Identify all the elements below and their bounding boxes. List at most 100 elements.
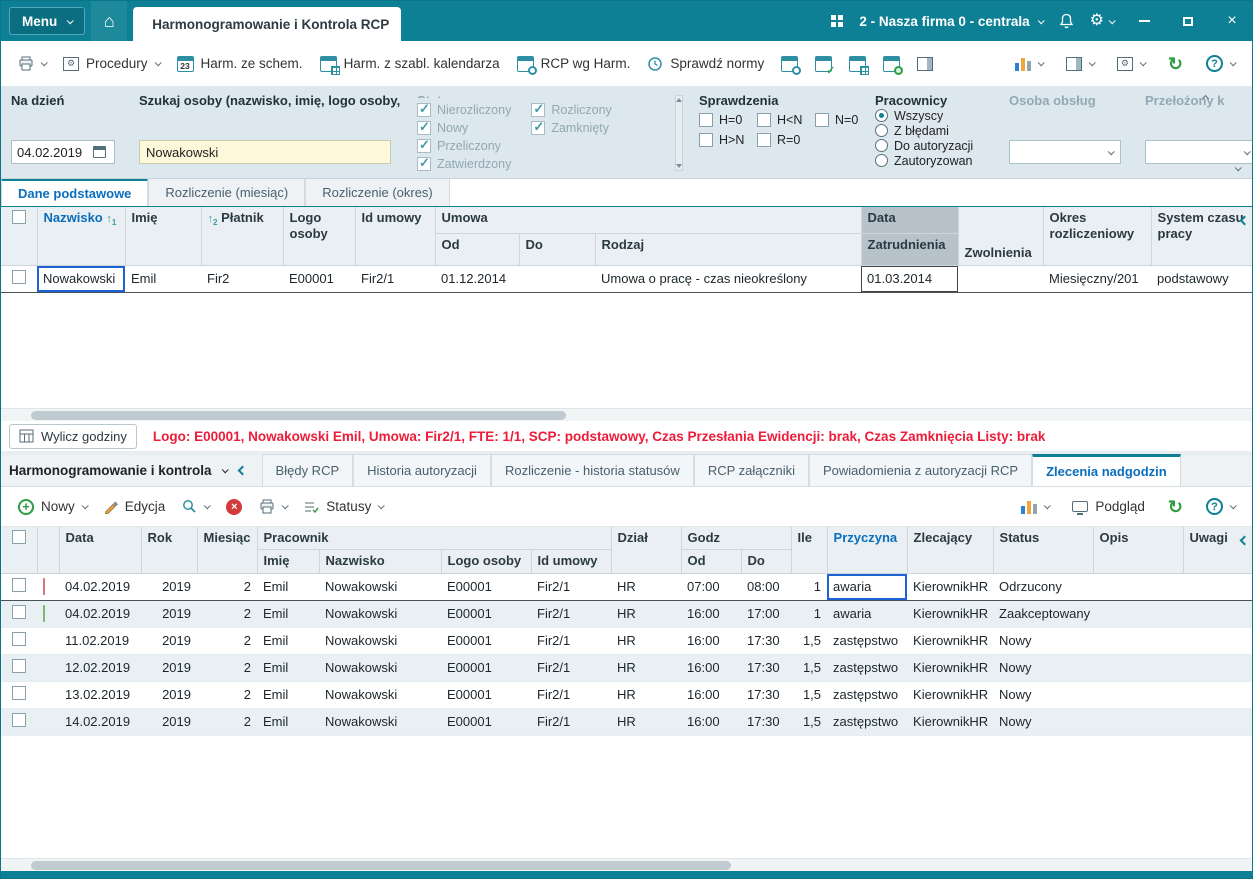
cell[interactable]: Nowy <box>993 654 1093 681</box>
filter-collapse-button[interactable] <box>1203 89 1208 104</box>
cell[interactable]: HR <box>611 600 681 627</box>
col-header-do[interactable]: Do <box>741 550 791 573</box>
cell[interactable] <box>1183 654 1252 681</box>
cell[interactable]: 16:00 <box>681 654 741 681</box>
col-header-status[interactable]: Status <box>993 527 1093 573</box>
pracownicy-radio[interactable]: Wszyscy <box>875 108 993 123</box>
cell[interactable]: 1,5 <box>791 681 827 708</box>
col-header-nazwisko[interactable]: Nazwisko <box>319 550 441 573</box>
refresh-button-bottom[interactable]: ↻ <box>1161 493 1190 521</box>
select-all-checkbox[interactable] <box>1 207 37 265</box>
cell[interactable]: Nowakowski <box>319 681 441 708</box>
cell[interactable] <box>1183 681 1252 708</box>
rcp-export-tool-button[interactable] <box>910 51 940 77</box>
tab-rozliczenie-miesiac[interactable]: Rozliczenie (miesiąc) <box>148 178 305 206</box>
bottom-panel-selector[interactable]: Harmonogramowanie i kontrola <box>9 454 239 486</box>
cell[interactable]: Zaakceptowany <box>993 600 1093 627</box>
tab-powiadomienia[interactable]: Powiadomienia z autoryzacji RCP <box>809 454 1032 486</box>
print-button[interactable] <box>11 50 53 78</box>
row-checkbox[interactable] <box>1 265 37 292</box>
status-checkbox[interactable]: Przeliczony <box>417 138 511 154</box>
cell[interactable]: 16:00 <box>681 681 741 708</box>
calendar-picker-icon[interactable] <box>93 146 106 158</box>
col-group-umowa[interactable]: Umowa <box>435 207 861 233</box>
search-menu-button[interactable] <box>175 493 216 520</box>
grid1-collapse-button[interactable] <box>1241 212 1248 227</box>
cell[interactable]: HR <box>611 627 681 654</box>
filter-expand-button[interactable] <box>1235 159 1240 174</box>
cell[interactable]: KierownikHR <box>907 708 993 735</box>
rcp-table-tool-button[interactable] <box>842 50 873 78</box>
table-row[interactable]: 12.02.2019 2019 2 Emil Nowakowski E00001… <box>1 654 1252 681</box>
procedury-button[interactable]: ⚙ Procedury <box>56 50 167 77</box>
rcp-clock-tool-button[interactable] <box>774 50 805 78</box>
cell[interactable]: 2 <box>197 627 257 654</box>
sprawdzenia-checkbox[interactable]: H<N <box>757 112 807 128</box>
table-row[interactable]: 14.02.2019 2019 2 Emil Nowakowski E00001… <box>1 708 1252 735</box>
cell[interactable]: Nowakowski <box>319 708 441 735</box>
row-checkbox[interactable] <box>1 681 37 708</box>
sprawdz-normy-button[interactable]: Sprawdź normy <box>640 50 771 78</box>
cell[interactable]: Emil <box>125 265 201 292</box>
scroll-down-icon[interactable] <box>676 164 682 168</box>
notifications-button[interactable] <box>1059 13 1074 30</box>
col-header-rok[interactable]: Rok <box>141 527 197 573</box>
cell[interactable]: zastępstwo <box>827 708 907 735</box>
minimize-button[interactable] <box>1130 7 1158 35</box>
cell[interactable]: Fir2/1 <box>355 265 435 292</box>
row-checkbox[interactable] <box>1 654 37 681</box>
layout-menu-button[interactable] <box>1059 51 1101 77</box>
row-checkbox[interactable] <box>1 627 37 654</box>
cell[interactable]: 2 <box>197 600 257 627</box>
search-field[interactable] <box>139 140 391 164</box>
cell[interactable]: 12.02.2019 <box>59 654 141 681</box>
col-header-okres[interactable]: Okres rozliczeniowy <box>1043 207 1151 265</box>
col-header-ile[interactable]: Ile <box>791 527 827 573</box>
grid-settings-button[interactable]: ⚙ <box>1110 51 1152 77</box>
rcp-wg-harm-button[interactable]: RCP wg Harm. <box>510 50 638 78</box>
home-button[interactable]: ⌂ <box>91 1 127 41</box>
cell[interactable]: 1 <box>791 573 827 600</box>
cell[interactable]: KierownikHR <box>907 627 993 654</box>
tab-rozliczenie-historia[interactable]: Rozliczenie - historia statusów <box>491 454 694 486</box>
status-scrollbar[interactable] <box>675 95 683 171</box>
cell[interactable]: Fir2 <box>201 265 283 292</box>
cell[interactable] <box>1093 627 1183 654</box>
cell[interactable]: 16:00 <box>681 600 741 627</box>
statusy-button[interactable]: Statusy <box>297 493 390 520</box>
apps-grid-icon[interactable] <box>831 15 843 27</box>
help-button-bottom[interactable]: ? <box>1199 492 1242 521</box>
cell[interactable] <box>1183 627 1252 654</box>
rcp-approve-tool-button[interactable] <box>808 50 839 78</box>
col-header-imie[interactable]: Imię <box>257 550 319 573</box>
cell[interactable]: E00001 <box>441 627 531 654</box>
close-button[interactable]: × <box>1218 7 1246 35</box>
cell[interactable]: KierownikHR <box>907 654 993 681</box>
col-header-rodzaj[interactable]: Rodzaj <box>595 233 861 265</box>
cell[interactable]: Nowy <box>993 681 1093 708</box>
cell[interactable] <box>958 265 1043 292</box>
cell[interactable]: HR <box>611 681 681 708</box>
cell[interactable]: zastępstwo <box>827 627 907 654</box>
cell[interactable]: 2 <box>197 681 257 708</box>
table-row[interactable]: 13.02.2019 2019 2 Emil Nowakowski E00001… <box>1 681 1252 708</box>
cell[interactable] <box>1183 708 1252 735</box>
cell[interactable] <box>1093 681 1183 708</box>
cell[interactable]: podstawowy <box>1151 265 1253 292</box>
cell[interactable]: Emil <box>257 627 319 654</box>
cell[interactable]: Fir2/1 <box>531 600 611 627</box>
cell[interactable]: 04.02.2019 <box>59 600 141 627</box>
cell[interactable]: Nowakowski <box>319 573 441 600</box>
col-header-przyczyna[interactable]: Przyczyna <box>827 527 907 573</box>
cell[interactable]: 2 <box>197 708 257 735</box>
cell[interactable]: Fir2/1 <box>531 573 611 600</box>
col-header-logo-osoby[interactable]: Logo osoby <box>283 207 355 265</box>
sprawdzenia-checkbox[interactable]: R=0 <box>757 132 807 148</box>
col-header-nazwisko[interactable]: Nazwisko ↑1 <box>37 207 125 265</box>
tab-rozliczenie-okres[interactable]: Rozliczenie (okres) <box>305 178 450 206</box>
cell[interactable]: 1,5 <box>791 627 827 654</box>
cell[interactable]: Fir2/1 <box>531 708 611 735</box>
cell[interactable]: 17:30 <box>741 681 791 708</box>
cell[interactable]: zastępstwo <box>827 681 907 708</box>
cell[interactable] <box>1093 573 1183 600</box>
